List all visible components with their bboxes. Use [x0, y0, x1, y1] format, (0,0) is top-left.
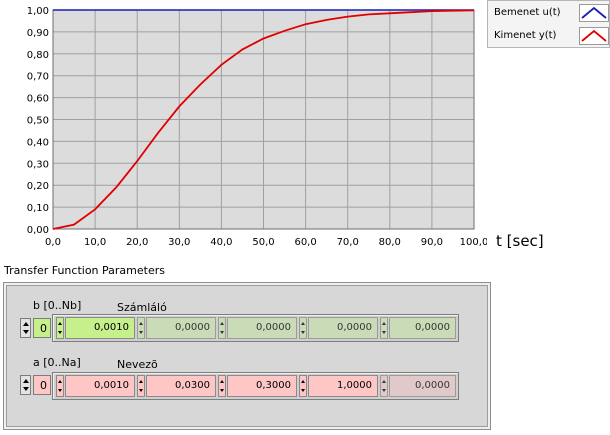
denominator-cell-0[interactable]: 0,0010 [65, 375, 135, 397]
numerator-index-spin-icon[interactable] [20, 318, 31, 338]
legend-label-output: Kimenet y(t) [494, 30, 557, 41]
denominator-cell-1[interactable]: 0,0300 [146, 375, 216, 397]
denominator-title: Nevezõ [117, 358, 158, 371]
plot-legend: Bemenet u(t) Kimenet y(t) [487, 0, 610, 48]
x-tick-label: 0,0 [45, 237, 61, 248]
numerator-index-label: b [0..Nb] [33, 299, 82, 312]
y-tick-label: 0,50 [27, 116, 49, 127]
x-tick-label: 40,0 [210, 237, 232, 248]
denominator-array: 0,0010 0,0300 0,3000 1,0000 0,0000 [52, 372, 459, 400]
denominator-cell-0-spin-icon[interactable] [56, 375, 64, 397]
x-tick-label: 30,0 [168, 237, 190, 248]
numerator-cell-3-spin-icon[interactable] [299, 317, 307, 339]
denominator-cell-4[interactable]: 0,0000 [389, 375, 456, 397]
denominator-cell-3-spin-icon[interactable] [299, 375, 307, 397]
numerator-cell-4-spin-icon[interactable] [380, 317, 388, 339]
x-tick-label: 10,0 [84, 237, 106, 248]
numerator-title: Számláló [117, 301, 167, 314]
legend-blue-line-icon [579, 4, 609, 22]
y-tick-label: 0,80 [27, 50, 49, 61]
legend-item-input[interactable]: Bemenet u(t) [488, 2, 610, 24]
x-tick-label: 20,0 [126, 237, 148, 248]
y-tick-label: 1,00 [27, 6, 49, 17]
x-tick-label: 50,0 [252, 237, 274, 248]
denominator-cell-1-spin-icon[interactable] [137, 375, 145, 397]
section-title: Transfer Function Parameters [4, 264, 165, 277]
step-response-chart: 0,0 10,0 20,0 30,0 40,0 50,0 60,0 70,0 80,0 90,0 1… [27, 6, 487, 248]
x-tick-label: 100,0 [460, 237, 487, 248]
y-tick-label: 0,60 [27, 94, 49, 105]
numerator-array: 0,0010 0,0000 0,0000 0,0000 0,0000 [52, 314, 459, 342]
x-tick-label: 70,0 [337, 237, 359, 248]
denominator-cell-2-spin-icon[interactable] [218, 375, 226, 397]
denominator-index-spin-icon[interactable] [20, 375, 31, 395]
numerator-cell-0-spin-icon[interactable] [56, 317, 64, 339]
numerator-index-input[interactable]: 0 [33, 318, 51, 338]
denominator-cell-3[interactable]: 1,0000 [308, 375, 378, 397]
x-tick-label: 60,0 [294, 237, 316, 248]
numerator-cell-0[interactable]: 0,0010 [65, 317, 135, 339]
legend-item-output[interactable]: Kimenet y(t) [488, 25, 610, 47]
y-tick-label: 0,40 [27, 137, 49, 148]
numerator-cell-2-spin-icon[interactable] [218, 317, 226, 339]
y-tick-label: 0,90 [27, 28, 49, 39]
transfer-function-panel: b [0..Nb] Számláló 0 0,0010 0,0000 0,000… [3, 282, 491, 430]
x-tick-label: 90,0 [421, 237, 443, 248]
y-tick-label: 0,30 [27, 159, 49, 170]
legend-red-line-icon [579, 27, 609, 45]
numerator-cell-1[interactable]: 0,0000 [146, 317, 216, 339]
x-axis-title: t [sec] [496, 232, 544, 250]
denominator-cell-4-spin-icon[interactable] [380, 375, 388, 397]
legend-label-input: Bemenet u(t) [494, 7, 561, 18]
denominator-cell-2[interactable]: 0,3000 [227, 375, 297, 397]
denominator-index-label: a [0..Na] [33, 356, 81, 369]
numerator-cell-1-spin-icon[interactable] [137, 317, 145, 339]
y-tick-label: 0,10 [27, 203, 49, 214]
numerator-cell-2[interactable]: 0,0000 [227, 317, 297, 339]
numerator-cell-3[interactable]: 0,0000 [308, 317, 378, 339]
y-tick-label: 0,20 [27, 181, 49, 192]
x-tick-label: 80,0 [379, 237, 401, 248]
y-tick-label: 0,00 [27, 225, 49, 236]
y-tick-label: 0,70 [27, 72, 49, 83]
numerator-cell-4[interactable]: 0,0000 [389, 317, 456, 339]
denominator-index-input[interactable]: 0 [33, 375, 51, 395]
